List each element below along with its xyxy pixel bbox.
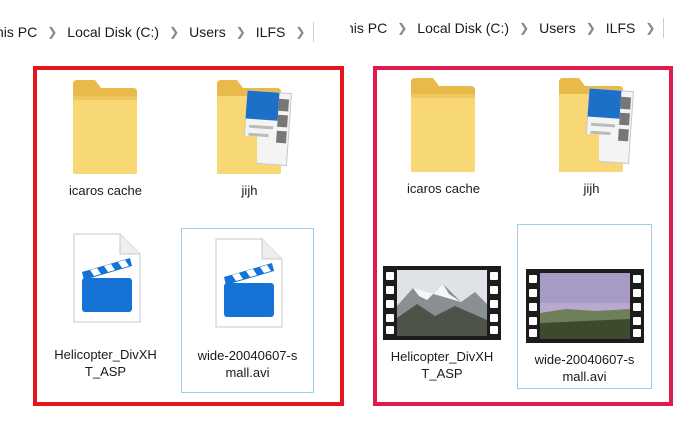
- breadcrumb-local-disk[interactable]: Local Disk (C:): [61, 24, 165, 40]
- breadcrumb-ilfs[interactable]: ILFS: [250, 24, 292, 40]
- video-file-item-selected[interactable]: wide-20040607-s mall.avi: [181, 228, 314, 393]
- breadcrumb: his PC ❯ Local Disk (C:) ❯ Users ❯ ILFS …: [0, 18, 342, 46]
- video-file-item[interactable]: Helicopter_DivXH T_ASP: [378, 226, 506, 391]
- chevron-right-icon[interactable]: ❯: [515, 21, 533, 35]
- item-label: jijh: [241, 183, 258, 198]
- folder-item[interactable]: icaros cache: [48, 74, 163, 214]
- item-label: jijh: [583, 181, 600, 196]
- chevron-right-icon[interactable]: ❯: [165, 25, 183, 39]
- item-label-line: wide-20040607-s: [534, 352, 635, 367]
- folder-item[interactable]: icaros cache: [386, 72, 501, 212]
- item-label-line: mall.avi: [225, 365, 270, 380]
- item-label-line: mall.avi: [562, 369, 607, 384]
- item-label-line: Helicopter_DivXH: [390, 349, 494, 364]
- video-file-item-selected[interactable]: wide-20040607-s mall.avi: [517, 224, 652, 389]
- breadcrumb-users[interactable]: Users: [183, 24, 232, 40]
- chevron-right-icon[interactable]: ❯: [393, 21, 411, 35]
- item-label-line: T_ASP: [421, 366, 463, 381]
- chevron-right-icon[interactable]: ❯: [582, 21, 600, 35]
- breadcrumb-ilfs[interactable]: ILFS: [600, 20, 642, 36]
- item-label: icaros cache: [407, 181, 480, 196]
- chevron-right-icon[interactable]: ❯: [641, 21, 659, 35]
- left-panel: his PC ❯ Local Disk (C:) ❯ Users ❯ ILFS …: [0, 0, 344, 424]
- breadcrumb-users[interactable]: Users: [533, 20, 582, 36]
- folder-item[interactable]: jijh: [192, 74, 307, 214]
- folder-with-preview-icon: [558, 78, 634, 172]
- right-panel: his PC ❯ Local Disk (C:) ❯ Users ❯ ILFS …: [350, 0, 692, 424]
- item-label-line: wide-20040607-s: [197, 348, 298, 363]
- item-label: icaros cache: [69, 183, 142, 198]
- folder-with-preview-icon: [216, 80, 292, 174]
- item-label-line: T_ASP: [84, 364, 127, 379]
- video-file-item[interactable]: Helicopter_DivXH T_ASP: [48, 228, 163, 393]
- breadcrumb: his PC ❯ Local Disk (C:) ❯ Users ❯ ILFS …: [350, 14, 692, 42]
- breadcrumb-this-pc[interactable]: his PC: [0, 24, 43, 40]
- breadcrumb-divider: [663, 18, 672, 38]
- folder-icon: [410, 78, 475, 172]
- video-thumbnail-icon: [525, 269, 644, 343]
- item-label-line: Helicopter_DivXH: [54, 347, 157, 362]
- chevron-right-icon[interactable]: ❯: [43, 25, 61, 39]
- breadcrumb-local-disk[interactable]: Local Disk (C:): [411, 20, 515, 36]
- video-file-icon: [215, 238, 282, 328]
- chevron-right-icon[interactable]: ❯: [291, 25, 309, 39]
- video-thumbnail-icon: [383, 266, 501, 340]
- breadcrumb-divider: [313, 22, 322, 42]
- folder-icon: [72, 80, 137, 174]
- breadcrumb-this-pc[interactable]: his PC: [350, 20, 393, 36]
- video-file-icon: [73, 233, 140, 323]
- folder-item[interactable]: jijh: [534, 72, 649, 212]
- chevron-right-icon[interactable]: ❯: [232, 25, 250, 39]
